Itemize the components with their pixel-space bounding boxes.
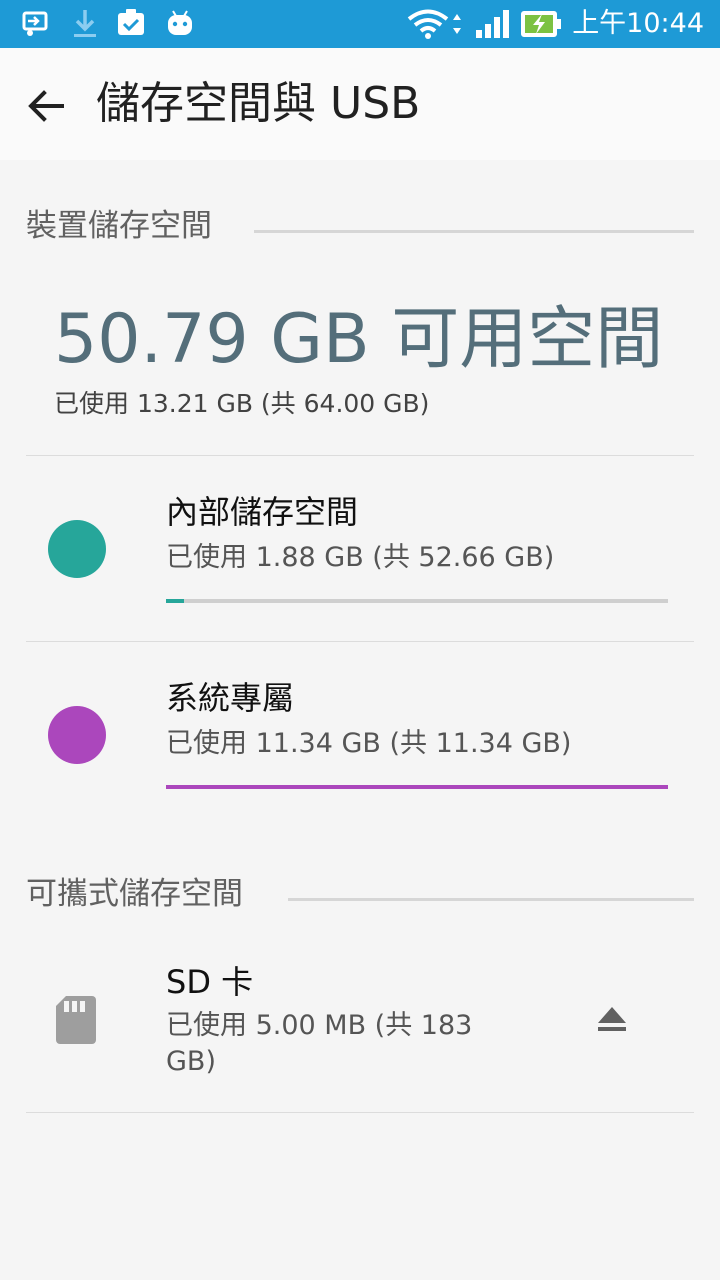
volume-usage-fill <box>166 599 185 603</box>
section-header-device-storage: 裝置儲存空間 <box>26 200 212 244</box>
eject-button[interactable] <box>590 998 634 1042</box>
volume-row-system[interactable]: 系統專屬 已使用 11.34 GB (共 11.34 GB) <box>0 642 720 827</box>
eject-icon <box>598 1007 626 1031</box>
section-divider <box>288 898 694 901</box>
used-total-summary: 已使用 13.21 GB (共 64.00 GB) <box>54 389 430 418</box>
volume-usage-fill <box>166 785 668 789</box>
volume-title: SD 卡 <box>166 963 254 1001</box>
volume-row-sd-card[interactable]: SD 卡 已使用 5.00 MB (共 183 GB) <box>0 940 720 1112</box>
volume-title: 系統專屬 <box>166 679 295 717</box>
download-icon <box>74 10 96 37</box>
back-arrow-icon <box>28 90 64 122</box>
volume-usage-bar <box>166 785 668 789</box>
screen-cast-icon <box>22 11 48 36</box>
status-time: 上午10:44 <box>572 8 704 39</box>
storage-settings-content: 裝置儲存空間 50.79 GB 可用空間 已使用 13.21 GB (共 64.… <box>0 160 720 1280</box>
volume-title: 內部儲存空間 <box>166 493 359 531</box>
status-bar: 上午10:44 <box>0 0 720 48</box>
volume-color-dot <box>48 706 106 764</box>
back-button[interactable] <box>18 78 74 134</box>
volume-color-dot <box>48 520 106 578</box>
section-divider <box>254 230 694 233</box>
section-header-label: 裝置儲存空間 <box>26 207 212 244</box>
section-header-label: 可攜式儲存空間 <box>26 875 243 912</box>
page-title: 儲存空間與 USB <box>96 78 421 129</box>
volume-row-internal-storage[interactable]: 內部儲存空間 已使用 1.88 GB (共 52.66 GB) <box>0 456 720 641</box>
android-icon <box>168 10 192 35</box>
volume-summary: 已使用 11.34 GB (共 11.34 GB) <box>166 728 572 759</box>
clipboard-check-icon <box>118 9 144 35</box>
volume-summary: 已使用 5.00 MB (共 183 GB) <box>166 1010 473 1077</box>
app-bar: 儲存空間與 USB <box>0 48 720 160</box>
cell-signal-icon <box>476 10 509 38</box>
volume-summary: 已使用 1.88 GB (共 52.66 GB) <box>166 542 555 573</box>
battery-charging-icon <box>521 11 561 37</box>
free-space-summary: 50.79 GB 可用空間 <box>54 300 664 379</box>
sd-card-icon <box>56 996 96 1044</box>
wifi-icon <box>407 9 461 39</box>
volume-usage-bar <box>166 599 668 603</box>
section-header-portable-storage: 可攜式儲存空間 <box>26 868 243 912</box>
divider <box>26 1112 694 1113</box>
